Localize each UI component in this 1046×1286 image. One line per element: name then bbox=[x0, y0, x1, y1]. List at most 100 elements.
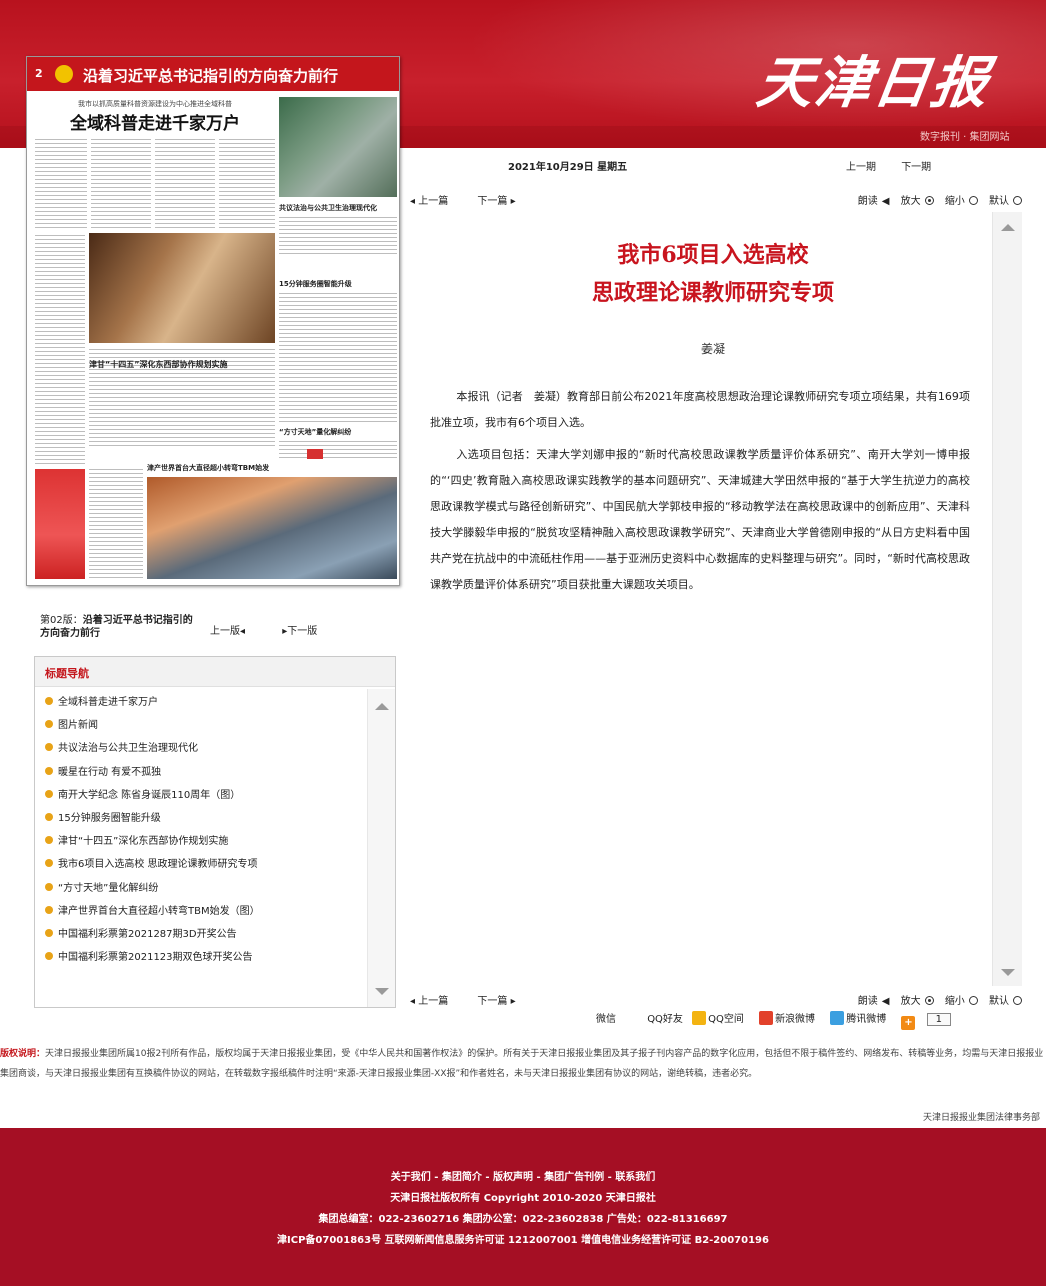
thumbnail-banner: 2 沿着习近平总书记指引的方向奋力前行 bbox=[27, 57, 399, 91]
red-stamp bbox=[307, 449, 323, 459]
toc-item[interactable]: 南开大学纪念 陈省身诞辰110周年（图） bbox=[45, 786, 361, 809]
scroll-down-arrow-icon[interactable] bbox=[375, 988, 389, 995]
next-edition-link[interactable]: ▸下一版 bbox=[282, 626, 317, 637]
zoom-out-icon bbox=[968, 196, 978, 205]
prev-article-link[interactable]: ◂ 上一篇 bbox=[410, 996, 448, 1007]
site-footer: 关于我们 - 集团简介 - 版权声明 - 集团广告刊例 - 联系我们 天津日报社… bbox=[0, 1128, 1046, 1286]
speaker-icon: ◀ bbox=[881, 996, 890, 1007]
toc-item[interactable]: “方寸天地”量化解纠纷 bbox=[45, 879, 361, 902]
weibo-label: 新浪微博 bbox=[775, 1014, 816, 1025]
article-title: 我市6项目入选高校 思政理论课教师研究专项 bbox=[410, 236, 1016, 312]
mid-headline: 津甘“十四五”深化东西部协作规划实施 bbox=[89, 360, 228, 369]
bullet-icon bbox=[45, 928, 53, 937]
copyright-notice: 版权说明：天津日报报业集团所属10报2刊所有作品，版权均属于天津日报报业集团，受… bbox=[0, 1044, 1046, 1084]
thumbnail-lead: 我市以抓高质量科普资源建设为中心推进全域科普 bbox=[78, 100, 232, 108]
default-size-button[interactable]: 默认 bbox=[985, 996, 1022, 1007]
masthead-logo[interactable]: 天津日报 bbox=[752, 38, 995, 119]
article-paragraph: 本报讯（记者 姜凝）教育部日前公布2021年度高校思想政治理论课教师研究专项立项… bbox=[430, 390, 970, 429]
share-more-button[interactable]: + bbox=[901, 1014, 917, 1030]
toc-item[interactable]: 津产世界首台大直径超小转弯TBM始发（图） bbox=[45, 902, 361, 925]
toc-item-label: 中国福利彩票第2021287期3D开奖公告 bbox=[58, 928, 237, 940]
toc-item[interactable]: 我市6项目入选高校 思政理论课教师研究专项 bbox=[45, 855, 361, 878]
toc-item[interactable]: 15分钟服务圈智能升级 bbox=[45, 809, 361, 832]
article-scrollbar[interactable] bbox=[992, 212, 1022, 986]
share-qq-friend[interactable]: QQ好友 bbox=[647, 1014, 683, 1025]
toc-item[interactable]: 中国福利彩票第2021287期3D开奖公告 bbox=[45, 925, 361, 948]
scroll-down-arrow-icon[interactable] bbox=[1001, 969, 1015, 976]
text-column bbox=[279, 441, 397, 461]
toc-item-label: 中国福利彩票第2021123期双色球开奖公告 bbox=[58, 952, 253, 964]
issue-nav: 上一期 下一期 bbox=[846, 158, 953, 173]
bullet-icon bbox=[45, 743, 53, 752]
zoom-in-icon bbox=[924, 196, 934, 205]
zoom-in-button[interactable]: 放大 bbox=[897, 996, 934, 1007]
footer-license: 津ICP备07001863号 互联网新闻信息服务许可证 1212007001 增… bbox=[277, 1235, 769, 1246]
next-article-link[interactable]: 下一篇 ▸ bbox=[477, 996, 515, 1007]
share-wechat[interactable]: 微信 bbox=[596, 1014, 616, 1025]
toc-item[interactable]: 全域科普走进千家万户 bbox=[45, 693, 361, 716]
aerial-photo bbox=[279, 97, 397, 197]
zoom-in-icon bbox=[924, 996, 934, 1005]
edition-prefix: 第02版： bbox=[40, 615, 83, 626]
toc-scrollbar[interactable] bbox=[367, 689, 395, 1007]
toc-item-label: 共议法治与公共卫生治理现代化 bbox=[58, 743, 198, 755]
scroll-up-arrow-icon[interactable] bbox=[375, 703, 389, 710]
edition-info: 第02版：沿着习近平总书记指引的方向奋力前行 bbox=[40, 614, 200, 640]
bullet-icon bbox=[45, 836, 53, 845]
bullet-icon bbox=[45, 905, 53, 914]
toc-item[interactable]: 共议法治与公共卫生治理现代化 bbox=[45, 739, 361, 762]
share-bar: 微信 QQ好友 QQ空间 新浪微博 腾讯微博 + 1 bbox=[596, 1010, 1016, 1030]
tencent-weibo-icon bbox=[830, 1011, 845, 1025]
plus-icon: + bbox=[901, 1016, 916, 1030]
bullet-icon bbox=[45, 859, 53, 868]
lottery-ad bbox=[35, 469, 85, 579]
prev-edition-link[interactable]: 上一版◂ bbox=[210, 626, 245, 637]
zoom-out-button[interactable]: 缩小 bbox=[941, 996, 978, 1007]
bullet-icon bbox=[45, 720, 53, 729]
museum-photo bbox=[89, 233, 275, 343]
text-column bbox=[89, 469, 143, 579]
bullet-icon bbox=[45, 766, 53, 775]
article-body: 本报讯（记者 姜凝）教育部日前公布2021年度高校思想政治理论课教师研究专项立项… bbox=[430, 384, 970, 604]
toc-item-label: 我市6项目入选高校 思政理论课教师研究专项 bbox=[58, 859, 258, 871]
qq-zone-label: QQ空间 bbox=[708, 1014, 744, 1025]
bullet-icon bbox=[45, 789, 53, 798]
legal-department: 天津日报报业集团法律事务部 bbox=[922, 1113, 1040, 1123]
zoom-out-icon bbox=[968, 996, 978, 1005]
toc-item-label: 暖星在行动 有爱不孤独 bbox=[58, 766, 162, 778]
article-author: 姜凝 bbox=[700, 342, 725, 356]
share-count: 1 bbox=[926, 1013, 951, 1026]
toc-item[interactable]: 暖星在行动 有爱不孤独 bbox=[45, 763, 361, 786]
bullet-icon bbox=[45, 882, 53, 891]
thumbnail-headline: 全域科普走进千家万户 bbox=[70, 114, 240, 134]
read-aloud-button[interactable]: 朗读 ◀ bbox=[854, 996, 890, 1007]
footer-links[interactable]: 关于我们 - 集团简介 - 版权声明 - 集团广告刊例 - 联系我们 bbox=[0, 1168, 1046, 1183]
qq-zone-icon bbox=[692, 1011, 707, 1025]
header-links[interactable]: 数字报刊 · 集团网站 bbox=[920, 128, 1010, 143]
share-tencent-weibo[interactable]: 腾讯微博 bbox=[830, 1011, 892, 1025]
article-title-line2: 思政理论课教师研究专项 bbox=[591, 280, 834, 306]
toc-item[interactable]: 图片新闻 bbox=[45, 716, 361, 739]
next-issue-link[interactable]: 下一期 bbox=[901, 162, 931, 173]
zoom-in-label: 放大 bbox=[900, 996, 921, 1007]
lower-headline: 津产世界首台大直径超小转弯TBM始发 bbox=[147, 464, 270, 472]
article-toolbar-bottom: ◂ 上一篇 下一篇 ▸ 朗读 ◀ 放大 缩小 默认 bbox=[410, 990, 1026, 1007]
read-aloud-label: 朗读 bbox=[857, 996, 878, 1007]
toc-list: 全域科普走进千家万户 图片新闻 共议法治与公共卫生治理现代化 暖星在行动 有爱不… bbox=[45, 693, 361, 971]
bullet-icon bbox=[45, 812, 53, 821]
toc-item[interactable]: 中国福利彩票第2021123期双色球开奖公告 bbox=[45, 948, 361, 971]
footer-phones: 集团总编室：022-23602716 集团办公室：022-23602838 广告… bbox=[318, 1214, 728, 1225]
tencent-weibo-label: 腾讯微博 bbox=[846, 1014, 887, 1025]
share-weibo[interactable]: 新浪微博 bbox=[759, 1011, 821, 1025]
prev-issue-link[interactable]: 上一期 bbox=[846, 162, 876, 173]
article-title-line1: 我市6项目入选高校 bbox=[617, 242, 809, 268]
share-qq-zone[interactable]: QQ空间 bbox=[692, 1011, 750, 1025]
toc-item[interactable]: 津甘“十四五”深化东西部协作规划实施 bbox=[45, 832, 361, 855]
bullet-icon bbox=[45, 697, 53, 705]
footer-rights: 天津日报社版权所有 Copyright 2010-2020 天津日报社 bbox=[390, 1193, 656, 1204]
toc-item-label: 15分钟服务圈智能升级 bbox=[58, 812, 161, 824]
party-emblem-icon bbox=[55, 65, 73, 83]
newspaper-page-thumbnail[interactable]: 2 沿着习近平总书记指引的方向奋力前行 我市以抓高质量科普资源建设为中心推进全域… bbox=[26, 56, 400, 586]
article-paragraph: 入选项目包括：天津大学刘娜申报的“新时代高校思政课教学质量评价体系研究”、南开大… bbox=[430, 448, 970, 591]
scroll-up-arrow-icon[interactable] bbox=[1001, 224, 1015, 231]
